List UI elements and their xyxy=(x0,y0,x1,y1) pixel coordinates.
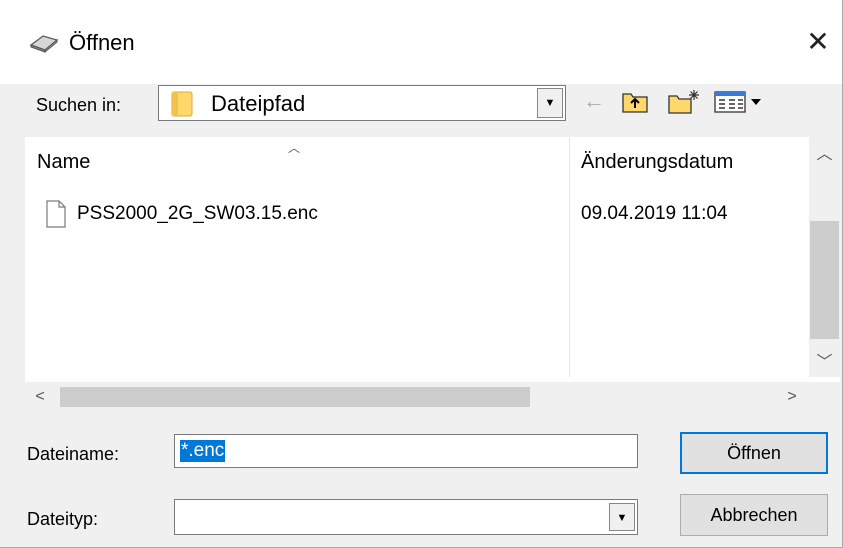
look-in-combobox[interactable]: Dateipfad ▼ xyxy=(158,85,566,121)
horizontal-scrollbar[interactable]: < > xyxy=(25,382,809,412)
open-file-dialog: Öffnen ✕ Suchen in: Dateipfad ▼ ← Name ︿… xyxy=(0,0,843,548)
file-name-value: *.enc xyxy=(180,440,226,462)
scroll-down-icon[interactable]: ﹀ xyxy=(809,349,840,377)
drive-icon xyxy=(29,35,59,53)
dialog-title: Öffnen xyxy=(69,30,135,55)
close-button[interactable]: ✕ xyxy=(800,24,836,60)
horizontal-scroll-thumb[interactable] xyxy=(60,387,530,407)
file-list[interactable]: Name ︿ Änderungsdatum PSS2000_2G_SW03.15… xyxy=(25,137,840,412)
cancel-button[interactable]: Abbrechen xyxy=(680,494,828,536)
file-icon xyxy=(46,200,66,228)
file-type-label: Dateityp: xyxy=(27,509,99,529)
view-menu-icon[interactable] xyxy=(713,88,765,114)
file-name-input[interactable]: *.enc xyxy=(174,434,638,468)
back-arrow-icon[interactable]: ← xyxy=(583,88,605,114)
file-date-cell: 09.04.2019 11:04 xyxy=(581,203,728,224)
new-folder-icon[interactable] xyxy=(667,88,701,114)
sort-up-icon: ︿ xyxy=(288,141,301,155)
column-header-date-label: Änderungsdatum xyxy=(581,151,734,173)
file-name-label: Dateiname: xyxy=(27,444,120,464)
folder-icon xyxy=(171,91,193,117)
column-divider xyxy=(569,137,570,377)
look-in-label: Suchen in: xyxy=(36,95,122,115)
scroll-right-icon[interactable]: > xyxy=(777,382,807,412)
vertical-scrollbar[interactable]: ︿ ﹀ xyxy=(809,137,840,377)
table-row[interactable]: PSS2000_2G_SW03.15.enc 09.04.2019 11:04 xyxy=(25,197,809,233)
column-header-date[interactable]: Änderungsdatum xyxy=(569,137,809,185)
column-header-name[interactable]: Name ︿ xyxy=(25,137,569,185)
chevron-down-icon[interactable]: ▼ xyxy=(609,503,635,531)
column-header-name-label: Name xyxy=(37,151,91,173)
open-button[interactable]: Öffnen xyxy=(680,432,828,474)
file-type-select[interactable]: ▼ xyxy=(174,499,638,535)
file-name-cell: PSS2000_2G_SW03.15.enc xyxy=(77,203,318,224)
scrollbar-corner xyxy=(809,382,840,412)
look-in-value: Dateipfad xyxy=(211,91,306,116)
scroll-left-icon[interactable]: < xyxy=(25,382,55,412)
up-folder-icon[interactable] xyxy=(621,88,649,114)
chevron-down-icon[interactable]: ▼ xyxy=(537,88,563,118)
vertical-scroll-thumb[interactable] xyxy=(810,221,839,339)
title-bar: Öffnen ✕ xyxy=(0,0,842,84)
scroll-up-icon[interactable]: ︿ xyxy=(809,141,840,169)
